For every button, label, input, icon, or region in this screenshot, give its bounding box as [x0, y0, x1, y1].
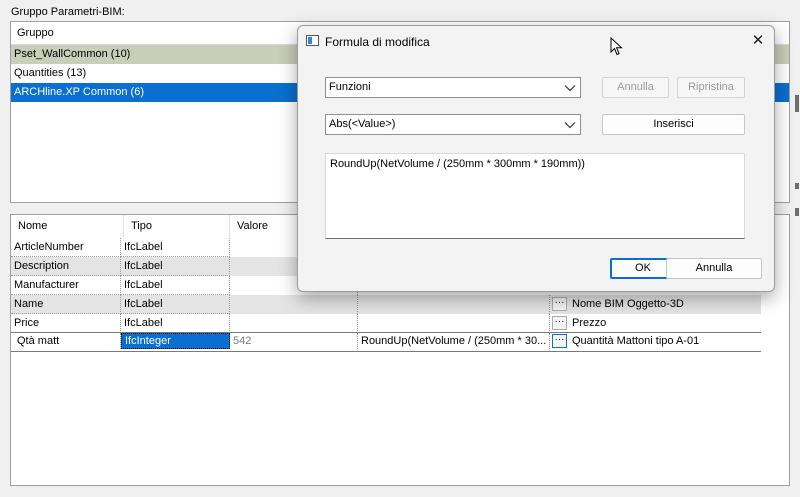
cell-type[interactable]: IfcLabel [121, 276, 230, 295]
table-row[interactable]: Price IfcLabel ··· Prezzo [11, 314, 761, 333]
close-icon[interactable]: ✕ [748, 31, 768, 51]
column-header-type[interactable]: Tipo [124, 215, 230, 237]
cell-value[interactable] [230, 314, 358, 333]
cell-value[interactable]: 542 [230, 333, 358, 349]
cell-type[interactable]: IfcLabel [121, 314, 230, 333]
insert-button[interactable]: Inserisci [602, 114, 745, 135]
cell-name[interactable]: Price [11, 314, 121, 333]
table-row[interactable]: Name IfcLabel ··· Nome BIM Oggetto-3D [11, 295, 761, 314]
right-edge-mark [795, 183, 799, 189]
window-app-icon [306, 35, 319, 46]
table-row-selected[interactable]: Qtà matt IfcInteger 542 RoundUp(NetVolum… [11, 332, 761, 352]
formula-editor[interactable]: RoundUp(NetVolume / (250mm * 300mm * 190… [325, 153, 745, 239]
cell-formula[interactable]: RoundUp(NetVolume / (250mm * 30... [358, 333, 550, 349]
cell-name[interactable]: Qtà matt [11, 333, 121, 349]
formula-dialog: Formula di modifica ✕ Funzioni Annulla R… [297, 25, 775, 292]
cell-name[interactable]: ArticleNumber [11, 238, 121, 257]
cell-type[interactable]: IfcLabel [121, 238, 230, 257]
chevron-down-icon [564, 85, 576, 92]
category-combo[interactable]: Funzioni [325, 77, 581, 98]
right-edge-mark [795, 208, 799, 216]
cell-description[interactable]: Nome BIM Oggetto-3D [569, 295, 759, 314]
cell-name[interactable]: Name [11, 295, 121, 314]
function-combo-value: Abs(<Value>) [329, 118, 396, 130]
cell-type[interactable]: IfcLabel [121, 257, 230, 276]
mouse-cursor-icon [610, 37, 623, 56]
right-edge-mark [795, 95, 799, 112]
redo-button[interactable]: Ripristina [677, 77, 745, 98]
cell-description[interactable]: Quantità Mattoni tipo A-01 [569, 333, 759, 349]
dialog-title: Formula di modifica [325, 35, 430, 49]
cell-formula[interactable] [358, 295, 550, 314]
group-panel-label: Gruppo Parametri-BIM: [11, 6, 125, 18]
cell-formula[interactable] [358, 314, 550, 333]
category-combo-value: Funzioni [329, 81, 371, 93]
cell-name[interactable]: Description [11, 257, 121, 276]
formula-ellipsis-button[interactable]: ··· [552, 316, 567, 330]
formula-ellipsis-button[interactable]: ··· [552, 334, 567, 348]
column-header-name[interactable]: Nome [11, 215, 124, 237]
cell-type[interactable]: IfcInteger [121, 333, 230, 349]
cell-name[interactable]: Manufacturer [11, 276, 121, 295]
undo-button[interactable]: Annulla [602, 77, 669, 98]
cell-description[interactable]: Prezzo [569, 314, 759, 333]
cancel-button[interactable]: Annulla [666, 258, 762, 279]
cell-value[interactable] [230, 295, 358, 314]
formula-ellipsis-button[interactable]: ··· [552, 297, 567, 311]
chevron-down-icon [564, 122, 576, 129]
function-combo[interactable]: Abs(<Value>) [325, 114, 581, 135]
dialog-titlebar[interactable]: Formula di modifica ✕ [298, 26, 774, 58]
cell-type[interactable]: IfcLabel [121, 295, 230, 314]
